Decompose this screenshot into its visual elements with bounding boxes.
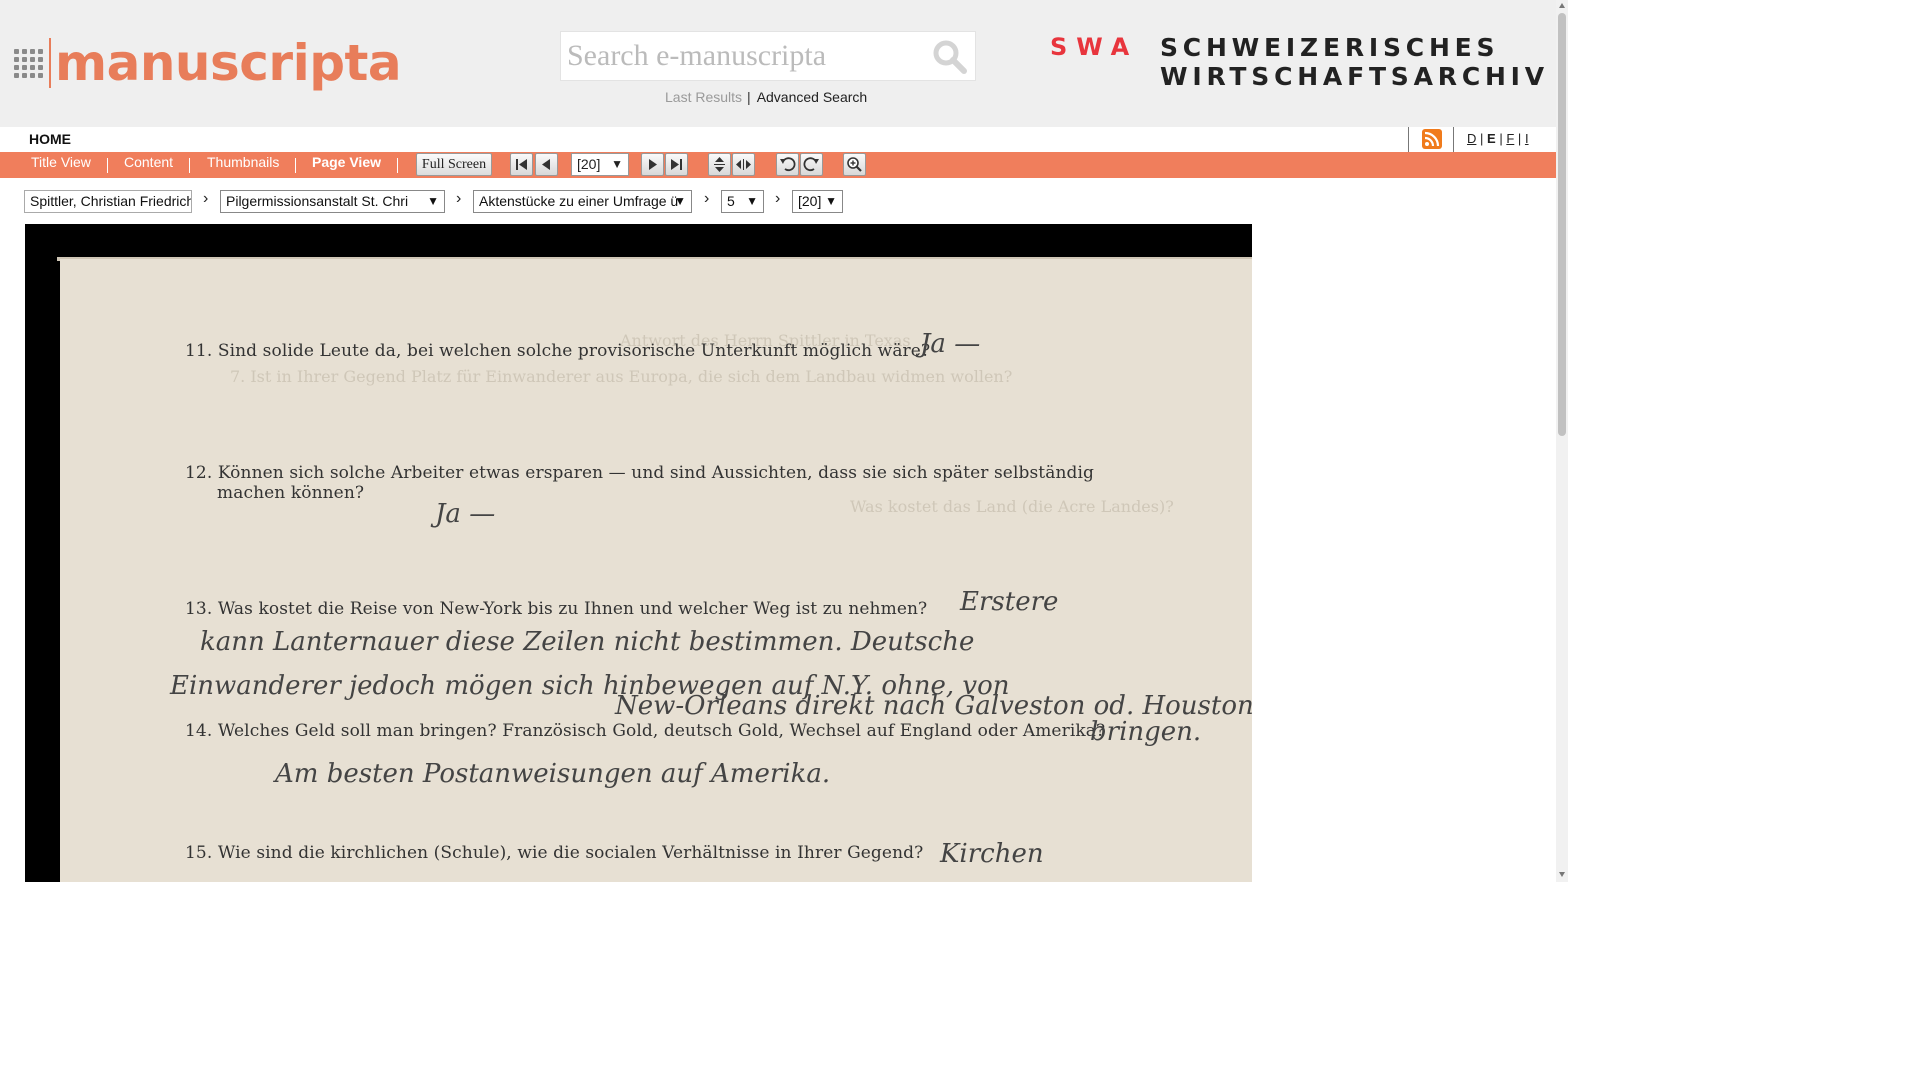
tab-divider [295,158,296,173]
breadcrumb-author[interactable]: Spittler, Christian Friedrich [24,190,192,213]
scroll-thumb[interactable] [1558,13,1566,436]
rss-icon[interactable] [1422,129,1442,149]
answer-11: Ja — [920,329,981,359]
breadcrumb-author-label: Spittler, Christian Friedrich [30,193,192,209]
tab-title-view[interactable]: Title View [31,154,91,170]
breadcrumb-collection-label: Aktenstücke zu einer Umfrage ü [479,193,679,209]
breadcrumb-separator: › [704,190,710,207]
search-links: Last Results | Advanced Search [665,89,867,105]
last-results-link[interactable]: Last Results [665,89,742,105]
question-11: 11. Sind solide Leute da, bei welchen so… [185,341,931,361]
page-scrollbar[interactable] [1556,0,1568,882]
lang-it-link[interactable]: I [1525,131,1529,146]
breadcrumb-collection-select[interactable]: Aktenstücke zu einer Umfrage ü ▼ [473,190,692,213]
bleed-through-text: 7. Ist in Ihrer Gegend Platz für Einwand… [230,367,1013,386]
home-link[interactable]: HOME [29,131,71,147]
lang-de-link[interactable]: D [1467,131,1476,146]
site-header: manuscripta Last Results | Advanced Search… [0,0,1556,127]
tab-divider [397,158,398,173]
page: manuscripta Last Results | Advanced Search… [0,0,1568,882]
tab-thumbnails[interactable]: Thumbnails [207,154,279,170]
tab-page-view[interactable]: Page View [312,154,381,170]
question-12-line2: machen können? [217,483,365,503]
rotate-left-icon[interactable] [776,153,799,176]
fit-width-icon[interactable] [732,153,755,176]
dropdown-arrow-icon: ▼ [427,194,439,208]
tab-content[interactable]: Content [124,154,173,170]
zoom-in-icon[interactable] [843,153,866,176]
next-page-icon[interactable] [641,153,664,176]
answer-13-margin: Erstere [960,587,1059,617]
breadcrumb-page-label: [20] [798,193,822,209]
breadcrumb-separator: › [775,190,781,207]
dropdown-arrow-icon: ▼ [746,194,758,208]
lang-separator: | [1517,131,1522,146]
breadcrumb-institution-label: Pilgermissionsanstalt St. Chri [226,193,409,209]
full-screen-button[interactable]: Full Screen [416,153,492,176]
logo-text: manuscripta [55,34,402,92]
breadcrumb-page-select[interactable]: [20] ▼ [792,190,843,213]
lang-separator: | [1480,131,1484,146]
answer-15-margin: Kirchen [940,839,1044,869]
breadcrumb-volume-label: 5 [727,193,735,209]
last-page-icon[interactable] [665,153,688,176]
institution-name-line1: SCHWEIZERISCHES [1160,33,1500,62]
breadcrumb-separator: › [456,190,462,207]
question-13: 13. Was kostet die Reise von New-York bi… [185,599,928,619]
answer-13-line1: kann Lanternauer diese Zeilen nicht best… [200,627,975,657]
search-icon[interactable] [931,38,969,76]
e-manuscripta-logo[interactable]: manuscripta [14,34,402,92]
lang-separator: | [1499,131,1503,146]
question-15: 15. Wie sind die kirchlichen (Schule), w… [185,843,924,863]
advanced-search-link[interactable]: Advanced Search [757,89,868,105]
institution-abbr: SWA [1050,33,1139,61]
answer-14: Am besten Postanweisungen auf Amerika. [275,759,831,789]
tab-divider [107,158,108,173]
breadcrumb-volume-select[interactable]: 5 ▼ [721,190,764,213]
search-box [560,31,976,81]
bleed-through-text: Was kostet das Land (die Acre Landes)? [850,497,1174,516]
rss-container [1408,127,1454,152]
rotate-right-icon[interactable] [800,153,823,176]
first-page-icon[interactable] [510,153,533,176]
viewer-toolbar: Title View Content Thumbnails Page View … [0,152,1556,178]
scroll-down-arrow-icon[interactable] [1559,872,1565,877]
scroll-up-arrow-icon[interactable] [1559,3,1565,8]
lang-fr-link[interactable]: F [1506,131,1514,146]
answer-14-margin: bringen. [1090,717,1202,747]
logo-e-mark [14,45,44,81]
dropdown-arrow-icon: ▼ [611,157,623,171]
language-switcher: D | E | F | I [1467,131,1529,146]
dropdown-arrow-icon: ▼ [674,194,686,208]
tab-divider [189,158,190,173]
dropdown-arrow-icon: ▼ [825,194,837,208]
search-input[interactable] [567,32,927,80]
question-12-line1: 12. Können sich solche Arbeiter etwas er… [185,463,1095,483]
institution-name: SCHWEIZERISCHES WIRTSCHAFTSARCHIV [1160,33,1549,91]
page-select[interactable]: [20] ▼ [571,153,629,176]
answer-12: Ja — [435,499,496,529]
logo-divider [49,38,51,88]
search-links-separator: | [747,89,751,105]
breadcrumb-separator: › [203,190,209,207]
page-image-viewer[interactable]: Antwort des Herrn Spittler in Texas 11. … [25,224,1252,882]
main-nav: HOME D | E | F | I [0,127,1556,152]
manuscript-page: Antwort des Herrn Spittler in Texas 11. … [60,259,1252,882]
prev-page-icon[interactable] [535,153,558,176]
breadcrumb-institution-select[interactable]: Pilgermissionsanstalt St. Chri ▼ [220,190,445,213]
page-select-value: [20] [577,156,601,172]
fit-height-icon[interactable] [708,153,731,176]
institution-name-line2: WIRTSCHAFTSARCHIV [1160,62,1549,91]
lang-en-link[interactable]: E [1487,131,1496,146]
question-14: 14. Welches Geld soll man bringen? Franz… [185,721,1106,741]
